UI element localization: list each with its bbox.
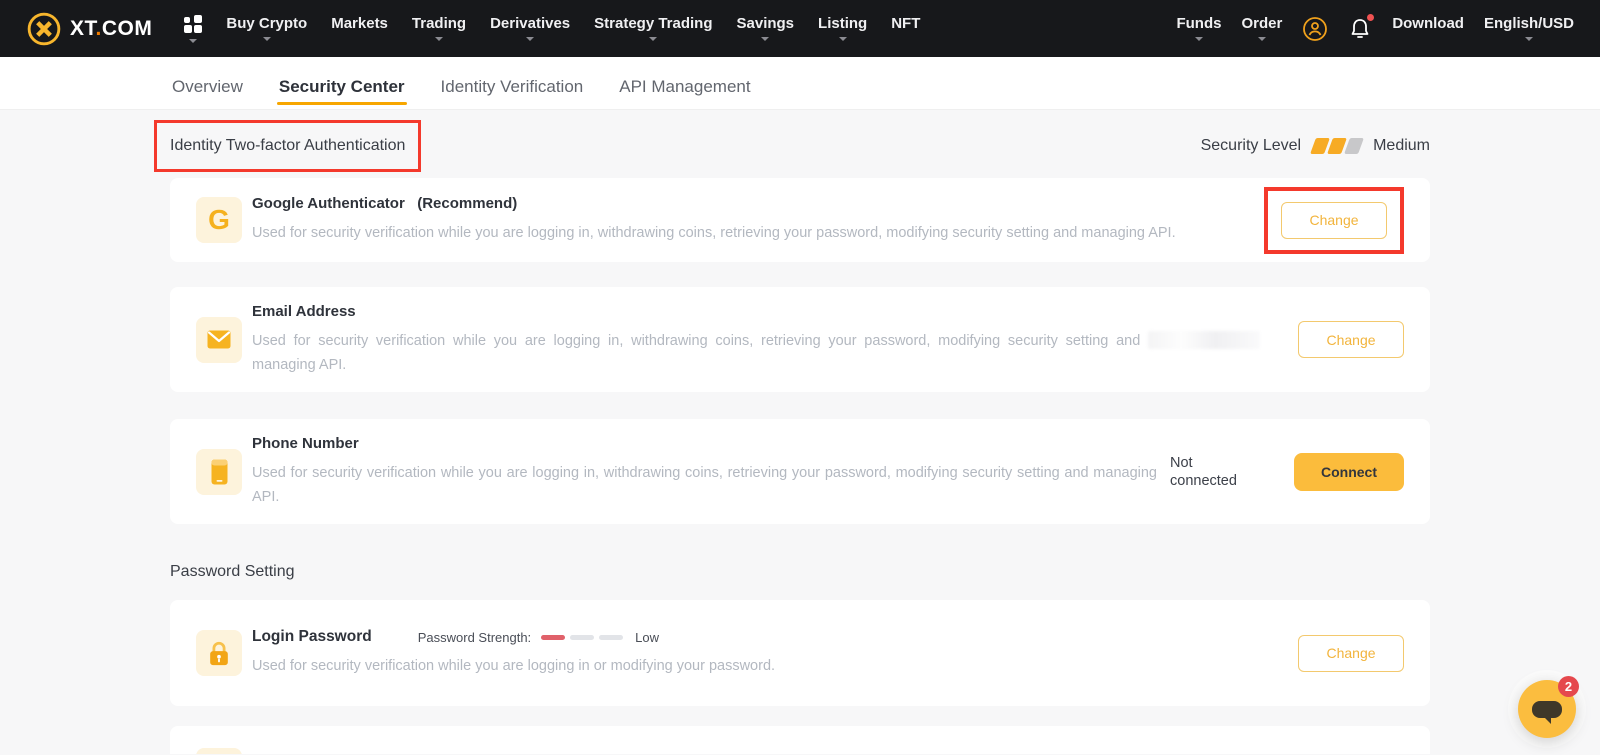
partial-card-icon — [196, 748, 242, 754]
chat-support-button[interactable]: 2 — [1518, 680, 1576, 738]
card-description: Used for security verification while you… — [252, 654, 1298, 678]
phone-icon — [196, 449, 242, 495]
nav-item-savings[interactable]: Savings — [737, 0, 795, 57]
card-description: Used for security verification while you… — [252, 461, 1157, 509]
nav-label: Download — [1392, 16, 1464, 31]
card-description: Used for security verification while you… — [252, 329, 1260, 377]
security-level-label: Security Level — [1201, 137, 1302, 155]
chat-bubble-icon — [1532, 701, 1562, 718]
card-google-authenticator: G Google Authenticator (Recommend) Used … — [170, 178, 1430, 262]
card-title: Phone Number — [252, 435, 359, 452]
nav-item-buy-crypto[interactable]: Buy Crypto — [226, 0, 307, 57]
xt-logo-text: XT.COM — [70, 17, 152, 41]
lock-icon — [196, 630, 242, 676]
security-level-indicator: Security Level Medium — [1201, 137, 1430, 155]
email-icon — [196, 317, 242, 363]
chevron-down-icon — [263, 37, 271, 41]
user-profile-icon[interactable] — [1302, 16, 1328, 42]
card-title: Email Address — [252, 303, 356, 320]
tab-identity-verification[interactable]: Identity Verification — [439, 77, 586, 109]
chevron-down-icon — [761, 37, 769, 41]
phone-status: Not connected — [1170, 454, 1248, 490]
nav-item-markets[interactable]: Markets — [331, 0, 388, 57]
apps-grid-glyph — [184, 15, 202, 33]
section-title-password-setting: Password Setting — [170, 563, 1430, 581]
nav-label: Buy Crypto — [226, 16, 307, 31]
nav-item-funds[interactable]: Funds — [1176, 0, 1221, 57]
phone-connect-button[interactable]: Connect — [1294, 453, 1404, 491]
xt-logo[interactable]: XT.COM — [26, 11, 152, 47]
nav-label: NFT — [891, 16, 920, 31]
chevron-down-icon — [1195, 37, 1203, 41]
annotation-red-box-change-button: Change — [1264, 187, 1404, 254]
nav-label: Savings — [737, 16, 795, 31]
nav-item-strategy-trading[interactable]: Strategy Trading — [594, 0, 712, 57]
nav-label: Strategy Trading — [594, 16, 712, 31]
chevron-down-icon — [1525, 37, 1533, 41]
card-description: Used for security verification while you… — [252, 221, 1264, 245]
account-tabs: Overview Security Center Identity Verifi… — [0, 57, 1600, 110]
card-title: Google Authenticator — [252, 195, 405, 212]
tab-overview[interactable]: Overview — [170, 77, 245, 109]
language-currency-selector[interactable]: English/USD — [1484, 0, 1574, 57]
chevron-down-icon — [189, 39, 197, 43]
chevron-down-icon — [526, 37, 534, 41]
nav-label: Trading — [412, 16, 466, 31]
notification-bell-icon[interactable] — [1348, 17, 1372, 41]
nav-label: Derivatives — [490, 16, 570, 31]
masked-email-value — [1148, 331, 1260, 349]
google-auth-change-button[interactable]: Change — [1281, 202, 1387, 239]
tab-api-management[interactable]: API Management — [617, 77, 752, 109]
security-center-content: Identity Two-factor Authentication Secur… — [0, 120, 1600, 754]
card-partial-next — [170, 726, 1430, 754]
card-title: Login Password — [252, 628, 372, 646]
chevron-down-icon — [435, 37, 443, 41]
nav-item-nft[interactable]: NFT — [891, 0, 920, 57]
nav-label: Order — [1241, 16, 1282, 31]
email-change-button[interactable]: Change — [1298, 321, 1404, 358]
password-strength-label: Password Strength: — [418, 630, 531, 645]
card-title-suffix: (Recommend) — [417, 195, 517, 212]
apps-grid-icon[interactable] — [184, 0, 202, 57]
annotation-red-box-heading: Identity Two-factor Authentication — [154, 120, 421, 172]
section-title-2fa: Identity Two-factor Authentication — [170, 137, 405, 155]
card-login-password: Login Password Password Strength: Low Us… — [170, 600, 1430, 706]
card-phone-number: Phone Number Used for security verificat… — [170, 419, 1430, 524]
xt-logo-icon — [26, 11, 62, 47]
nav-label: Funds — [1176, 16, 1221, 31]
google-authenticator-icon: G — [196, 197, 242, 243]
password-change-button[interactable]: Change — [1298, 635, 1404, 672]
nav-label: Listing — [818, 16, 867, 31]
security-level-bars — [1313, 138, 1361, 154]
security-level-value: Medium — [1373, 137, 1430, 155]
nav-item-download[interactable]: Download — [1392, 0, 1464, 57]
notification-dot — [1367, 14, 1374, 21]
chevron-down-icon — [839, 37, 847, 41]
password-strength-value: Low — [635, 630, 659, 645]
card-email-address: Email Address Used for security verifica… — [170, 287, 1430, 392]
nav-item-derivatives[interactable]: Derivatives — [490, 0, 570, 57]
chevron-down-icon — [649, 37, 657, 41]
chevron-down-icon — [1258, 37, 1266, 41]
tab-security-center[interactable]: Security Center — [277, 77, 407, 109]
chat-unread-badge: 2 — [1558, 676, 1579, 697]
top-navigation: XT.COM Buy Crypto Markets Trading Deriva… — [0, 0, 1600, 57]
nav-item-listing[interactable]: Listing — [818, 0, 867, 57]
nav-label: Markets — [331, 16, 388, 31]
nav-item-order[interactable]: Order — [1241, 0, 1282, 57]
nav-label: English/USD — [1484, 16, 1574, 31]
password-strength-meter — [541, 635, 623, 640]
nav-item-trading[interactable]: Trading — [412, 0, 466, 57]
